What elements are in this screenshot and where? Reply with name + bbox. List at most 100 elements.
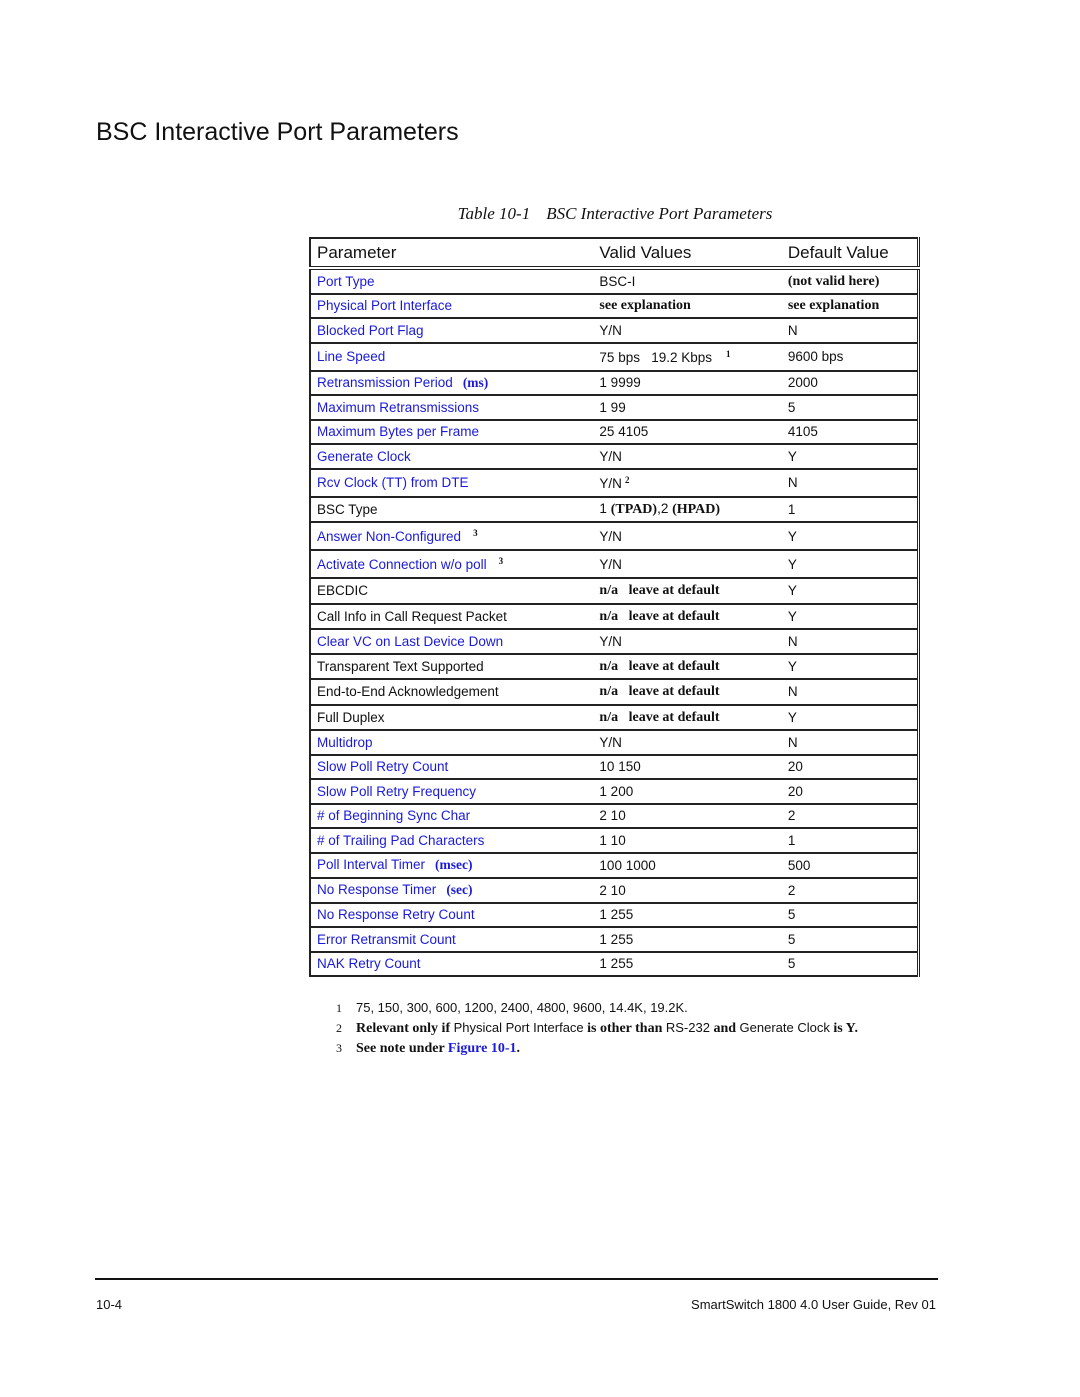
parameter-link[interactable]: Slow Poll Retry Count <box>317 759 448 774</box>
default-value-cell: 20 <box>781 779 919 805</box>
parameter-link[interactable]: Slow Poll Retry Frequency <box>317 784 476 799</box>
parameter-link[interactable]: Generate Clock <box>317 449 411 464</box>
parameter-link[interactable]: NAK Retry Count <box>317 956 421 971</box>
header-valid-values: Valid Values <box>593 237 782 270</box>
parameter-link[interactable]: No Response Timer <box>317 882 436 897</box>
table-row: Full Duplex n/a leave at default Y <box>310 704 919 731</box>
parameter-link[interactable]: # of Trailing Pad Characters <box>317 833 484 848</box>
parameter-link[interactable]: Maximum Bytes per Frame <box>317 424 479 439</box>
default-value: N <box>787 633 798 649</box>
valid-values-cell: Y/N <box>593 730 782 756</box>
valid-values: 1 (TPAD),2 (HPAD) <box>599 500 721 517</box>
default-value: 5 <box>787 399 796 415</box>
table-row: Slow Poll Retry Count 10 150 20 <box>310 754 919 780</box>
table-row: Poll Interval Timer (msec) 100 1000 500 <box>310 852 919 879</box>
parameter-link[interactable]: Rcv Clock (TT) from DTE <box>317 475 469 490</box>
valid-values-cell: n/a leave at default <box>593 578 782 605</box>
default-value: Y <box>787 528 797 544</box>
table-row: Blocked Port Flag Y/N N <box>310 318 919 344</box>
default-value-cell: Y <box>781 444 919 470</box>
footnote-text: Relevant only if <box>356 1021 454 1036</box>
parameter-link[interactable]: Maximum Retransmissions <box>317 400 479 415</box>
footer-divider <box>95 1278 938 1280</box>
valid-values-cell: Y/N <box>593 550 782 579</box>
default-value-cell: see explanation <box>781 293 919 319</box>
valid-values: 1 255 <box>599 931 634 947</box>
parameter-link[interactable]: Multidrop <box>317 735 373 750</box>
footnotes: 1 75, 150, 300, 600, 1200, 2400, 4800, 96… <box>336 998 858 1058</box>
parameter-link[interactable]: Blocked Port Flag <box>317 323 424 338</box>
valid-values: 1 255 <box>599 956 634 972</box>
valid-values: 75 bps 19.2 Kbps <box>599 349 713 365</box>
default-value: N <box>787 734 798 750</box>
default-value-cell: 2 <box>781 878 919 904</box>
figure-link[interactable]: Figure 10-1 <box>448 1041 517 1056</box>
table-caption-number: Table 10-1 <box>457 204 531 223</box>
default-value: 20 <box>787 759 803 775</box>
parameter-unit: (sec) <box>446 882 473 898</box>
valid-values-cell: 25 4105 <box>593 419 782 445</box>
table-caption: Table 10-1 BSC Interactive Port Parameter… <box>300 204 930 224</box>
valid-values-cell: n/a leave at default <box>593 653 782 680</box>
parameter-cell: No Response Retry Count <box>310 902 594 928</box>
parameter-link[interactable]: Clear VC on Last Device Down <box>317 634 503 649</box>
valid-values-cell: 1 (TPAD),2 (HPAD) <box>593 496 782 523</box>
parameter-link[interactable]: Poll Interval Timer <box>317 857 425 872</box>
parameter-link[interactable]: Physical Port Interface <box>317 298 452 313</box>
default-value-cell: 1 <box>781 828 919 854</box>
valid-values: Y/N <box>599 556 622 572</box>
parameter-link[interactable]: Answer Non-Configured <box>317 529 461 544</box>
default-value: (not valid here) <box>787 273 880 289</box>
valid-values: Y/N <box>599 322 622 338</box>
table-row: # of Beginning Sync Char 2 10 2 <box>310 803 919 829</box>
parameter-link[interactable]: Port Type <box>317 274 375 289</box>
parameter-name: Call Info in Call Request Packet <box>317 608 507 624</box>
table-body: Port Type BSC-I (not valid here) Physical P… <box>310 268 919 977</box>
footnote-text: is other than <box>583 1021 666 1036</box>
table-row: No Response Timer (sec) 2 10 2 <box>310 878 919 904</box>
valid-values: n/a leave at default <box>599 684 720 700</box>
table-row: Error Retransmit Count 1 255 5 <box>310 927 919 953</box>
document-title: SmartSwitch 1800 4.0 User Guide, Rev 01 <box>691 1297 936 1312</box>
valid-values: n/a leave at default <box>599 709 720 725</box>
footnote-text: . <box>516 1041 521 1056</box>
parameter-link[interactable]: No Response Retry Count <box>317 907 475 922</box>
table-row: Generate Clock Y/N Y <box>310 444 919 470</box>
parameter-link[interactable]: Line Speed <box>317 349 385 364</box>
footnote-ref: 1 <box>726 348 731 359</box>
table-row: No Response Retry Count 1 255 5 <box>310 902 919 928</box>
valid-values-cell: n/a leave at default <box>593 679 782 706</box>
valid-values: Y/N <box>599 528 622 544</box>
footnote-ref: 3 <box>498 556 504 566</box>
default-value: 2 <box>787 808 796 824</box>
default-value: 4105 <box>787 424 818 440</box>
valid-values-cell: 10 150 <box>593 754 782 780</box>
default-value-cell: 500 <box>781 852 919 879</box>
parameter-cell: Full Duplex <box>310 704 594 731</box>
default-value: N <box>787 684 798 700</box>
default-value: Y <box>787 448 797 464</box>
parameter-link[interactable]: Retransmission Period <box>317 375 453 390</box>
valid-values-cell: BSC-I <box>593 268 782 295</box>
footnote-number: 2 <box>336 1021 342 1035</box>
parameter-link[interactable]: Error Retransmit Count <box>317 932 456 947</box>
default-value-cell: N <box>781 318 919 344</box>
valid-values-cell: 1 200 <box>593 779 782 805</box>
default-value-cell: 1 <box>781 496 919 523</box>
valid-values-cell: Y/N 2 <box>593 468 782 498</box>
footnote-text: 75, 150, 300, 600, 1200, 2400, 4800, 960… <box>356 1000 688 1015</box>
table-row: End-to-End Acknowledgement n/a leave at d… <box>310 679 919 706</box>
valid-values-cell: 1 10 <box>593 828 782 854</box>
footnote-3: 3 See note under Figure 10-1. <box>336 1038 858 1058</box>
valid-values: BSC-I <box>599 273 636 289</box>
default-value: Y <box>787 608 797 624</box>
valid-values-cell: 1 9999 <box>593 370 782 396</box>
parameter-cell: Blocked Port Flag <box>310 318 594 344</box>
valid-values: Y/N <box>599 475 622 491</box>
parameters-table: Parameter Valid Values Default Value Por… <box>309 237 920 977</box>
default-value-cell: N <box>781 629 919 655</box>
valid-values: n/a leave at default <box>599 583 720 599</box>
valid-values: Y/N <box>599 734 622 750</box>
parameter-link[interactable]: Activate Connection w/o poll <box>317 557 487 572</box>
parameter-link[interactable]: # of Beginning Sync Char <box>317 808 470 823</box>
